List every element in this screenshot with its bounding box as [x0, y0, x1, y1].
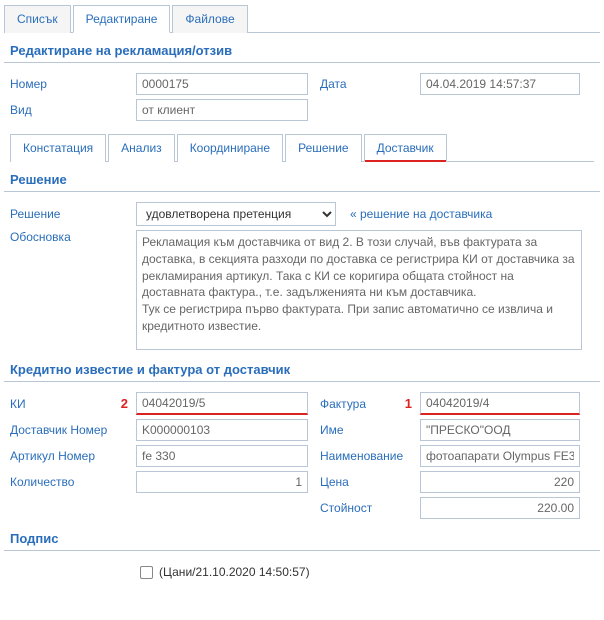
sign-label: (Цани/21.10.2020 14:50:57)	[159, 565, 310, 579]
amount-input[interactable]	[420, 497, 580, 519]
sign-checkbox[interactable]	[140, 566, 153, 579]
date-input[interactable]	[420, 73, 580, 95]
article-no-label: Артикул Номер	[10, 449, 130, 463]
justification-label: Обосновка	[10, 230, 130, 244]
subtab-coordination[interactable]: Координиране	[177, 134, 283, 162]
qty-label: Количество	[10, 475, 130, 489]
supplier-no-input[interactable]	[136, 419, 308, 441]
type-label: Вид	[10, 103, 130, 117]
decision-label: Решение	[10, 207, 130, 221]
annotation-2: 2	[118, 396, 130, 411]
article-no-input[interactable]	[136, 445, 308, 467]
top-tabs: Списък Редактиране Файлове	[4, 4, 600, 33]
ki-label: КИ	[10, 397, 26, 411]
justification-textarea[interactable]: Рекламация към доставчика от вид 2. В то…	[136, 230, 582, 350]
tab-list[interactable]: Списък	[4, 5, 71, 33]
subtab-analysis[interactable]: Анализ	[108, 134, 175, 162]
supplier-decision-link[interactable]: « решение на доставчика	[342, 207, 492, 221]
supplier-no-label: Доставчик Номер	[10, 423, 130, 437]
number-label: Номер	[10, 77, 130, 91]
ki-input[interactable]	[136, 392, 308, 415]
credit-section-title: Кредитно известие и фактура от доставчик	[4, 352, 600, 382]
annotation-1: 1	[402, 396, 414, 411]
supplier-name-input[interactable]	[420, 419, 580, 441]
invoice-label: Фактура	[320, 397, 366, 411]
supplier-name-label: Име	[314, 423, 414, 437]
date-label: Дата	[314, 77, 414, 91]
subtab-decision[interactable]: Решение	[285, 134, 361, 162]
amount-label: Стойност	[314, 501, 414, 515]
decision-section-title: Решение	[4, 162, 600, 192]
subtab-findings[interactable]: Констатация	[10, 134, 106, 162]
highlight-underline-icon	[365, 160, 446, 162]
price-input[interactable]	[420, 471, 580, 493]
tab-edit[interactable]: Редактиране	[73, 5, 171, 33]
subtab-supplier-label: Доставчик	[377, 141, 434, 155]
price-label: Цена	[314, 475, 414, 489]
article-desc-input[interactable]	[420, 445, 580, 467]
page-title: Редактиране на рекламация/отзив	[4, 33, 600, 63]
qty-input[interactable]	[136, 471, 308, 493]
decision-select[interactable]: удовлетворена претенция	[136, 202, 336, 226]
sub-tabs: Констатация Анализ Координиране Решение …	[10, 133, 594, 162]
sign-section-title: Подпис	[4, 521, 600, 551]
subtab-supplier[interactable]: Доставчик	[364, 134, 447, 162]
type-input[interactable]	[136, 99, 308, 121]
tab-files[interactable]: Файлове	[172, 5, 247, 33]
invoice-input[interactable]	[420, 392, 580, 415]
number-input[interactable]	[136, 73, 308, 95]
article-desc-label: Наименование	[314, 449, 414, 463]
